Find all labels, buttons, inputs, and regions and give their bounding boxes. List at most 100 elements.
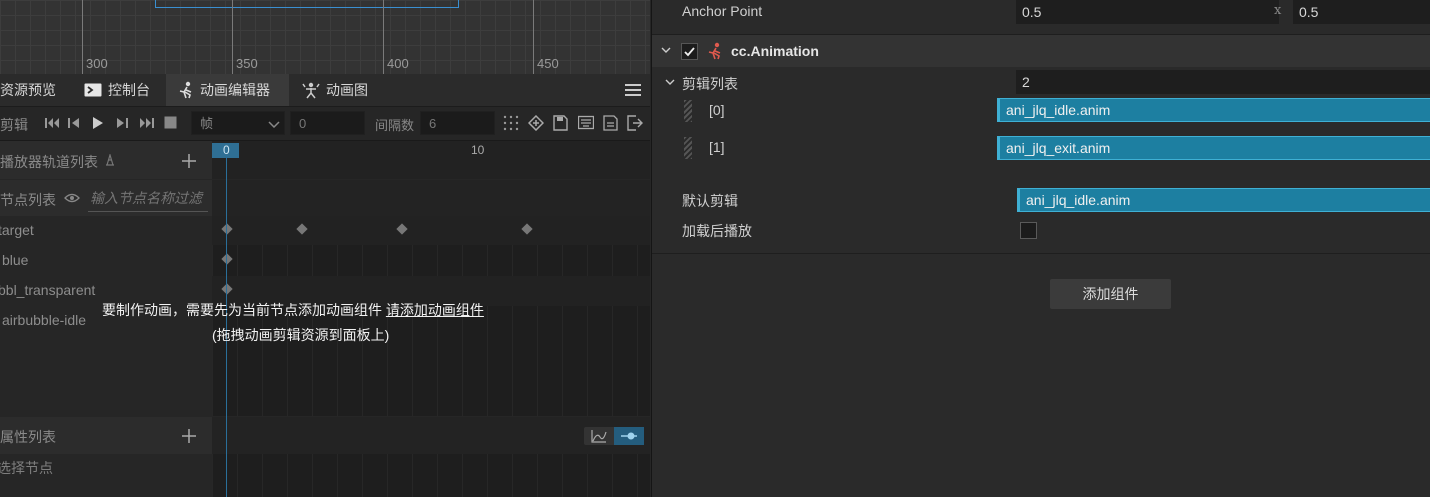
chevron-down-icon[interactable] [661,47,671,54]
tab-label: 动画编辑器 [200,81,270,98]
default-clip-value: ani_jlq_idle.anim [1026,192,1131,208]
timeline-ruler[interactable]: 0 10 [212,141,650,179]
default-clip-field[interactable]: ani_jlq_idle.anim [1017,188,1430,212]
chevron-down-icon[interactable] [665,79,675,86]
inspector-panel: Anchor Point 0.5 x 0.5 cc.Animation 剪辑列表… [651,0,1430,497]
prev-frame-icon[interactable] [67,116,81,130]
jump-first-frame-icon[interactable] [44,116,60,130]
tab-console[interactable]: 控制台 [74,74,164,106]
play-on-load-label: 加载后播放 [682,223,752,239]
scene-ruler-label: 400 [387,56,409,71]
notice-hint: (拖拽动画剪辑资源到面板上) [212,327,390,343]
add-component-button[interactable]: 添加组件 [1050,279,1171,309]
anchor-y-value: 0.5 [1299,4,1319,20]
time-unit-select[interactable]: 帧 [191,111,285,135]
scene-view[interactable]: 300 350 400 450 [0,0,650,74]
drag-handle-icon[interactable] [684,137,692,159]
time-unit-value: 帧 [200,116,214,131]
clips-label: 剪辑列表 [682,76,738,92]
interval-value: 6 [429,116,437,131]
current-frame-value: 0 [299,116,307,131]
animation-toolbar: 剪辑 帧 0 间隔数 6 [0,107,650,141]
component-header[interactable]: cc.Animation [652,34,1430,67]
current-frame-input[interactable]: 0 [290,111,365,135]
clip-asset-field[interactable]: ani_jlq_exit.anim [997,136,1430,160]
clip-label: 剪辑 [0,117,28,133]
panel-tab-bar: 资源预览 控制台 动画编辑器 动画图 [0,74,650,107]
clips-count-value: 2 [1022,74,1030,90]
clip-asset-field[interactable]: ani_jlq_idle.anim [997,98,1430,122]
anchor-point-label: Anchor Point [682,3,763,19]
default-clip-label: 默认剪辑 [682,193,738,209]
tab-assets-preview[interactable]: 资源预览 [0,74,70,106]
document-icon[interactable] [603,115,618,131]
anchor-x-separator: x [1274,3,1282,18]
keyframe-mode-toggle[interactable] [614,427,644,445]
anchor-y-input[interactable]: 0.5 [1293,0,1430,24]
keyframe-marker[interactable] [221,253,233,265]
animation-editor-icon [179,81,192,99]
tab-animation-editor[interactable]: 动画编辑器 [166,74,289,106]
play-on-load-checkbox[interactable] [1020,222,1037,239]
component-name: cc.Animation [731,43,819,59]
drag-handle-icon[interactable] [684,100,692,122]
console-icon [84,83,102,97]
property-list-label: 属性列表 [0,429,56,445]
panel-menu-icon[interactable] [625,83,641,97]
eye-icon[interactable] [64,192,80,204]
divider [652,253,1430,254]
pin-icon[interactable] [104,154,116,166]
jump-last-frame-icon[interactable] [139,116,155,130]
clip-index-label: [1] [709,139,725,155]
stop-icon[interactable] [164,116,177,129]
clips-count-input[interactable]: 2 [1016,70,1430,94]
interval-input[interactable]: 6 [420,111,495,135]
keyboard-icon[interactable] [578,115,594,130]
tab-label: 资源预览 [0,81,56,98]
checkmark-icon [684,47,695,57]
animation-component-notice: 要制作动画，需要先为当前节点添加动画组件 请添加动画组件 [102,300,484,320]
exit-icon[interactable] [627,115,643,131]
clip-asset-value: ani_jlq_idle.anim [1006,102,1111,118]
save-icon[interactable] [553,115,568,131]
scene-grid-line [533,0,534,74]
anchor-x-input[interactable]: 0.5 [1016,0,1279,24]
add-animation-component-link[interactable]: 请添加动画组件 [386,302,484,318]
add-property-icon[interactable] [181,428,197,444]
tab-label: 控制台 [108,81,150,98]
clip-asset-value: ani_jlq_exit.anim [1006,140,1111,156]
add-keyframe-icon[interactable] [528,115,544,131]
component-enabled-checkbox[interactable] [681,43,698,60]
chevron-down-icon [268,121,280,129]
curve-icon[interactable] [591,429,607,443]
play-icon[interactable] [92,116,104,130]
track-list-title: 播放器轨道列表 [0,154,98,170]
timeline-properties[interactable] [212,454,650,497]
timeline-ruler-label: 0 [223,143,230,157]
interval-label: 间隔数 [375,118,415,133]
node-item[interactable]: blue [2,252,28,268]
grid-dots-icon[interactable] [503,115,519,131]
node-item[interactable]: airbubble-idle [2,312,86,328]
timeline-track-row [212,216,650,245]
node-list-label: 节点列表 [0,192,56,208]
property-list: 选择节点 [0,454,212,497]
select-node-hint: 选择节点 [0,460,53,476]
scene-grid-line [82,0,83,74]
add-track-icon[interactable] [181,153,197,169]
node-item[interactable]: target [0,222,34,238]
next-frame-icon[interactable] [115,116,129,130]
anchor-x-value: 0.5 [1022,4,1042,20]
timeline-property-header [212,417,650,454]
scene-ruler-label: 300 [86,56,108,71]
scene-grid-line [232,0,233,74]
tab-label: 动画图 [326,81,368,98]
curve-toggle-group [584,427,644,445]
node-list-header: 节点列表 [0,180,212,216]
animation-graph-icon [302,82,320,99]
node-item[interactable]: bbl_transparent [0,282,95,298]
tab-animation-graph[interactable]: 动画图 [292,74,382,106]
track-list-header: 播放器轨道列表 [0,141,212,179]
scene-grid-line [383,0,384,74]
node-filter-input[interactable] [88,185,208,212]
